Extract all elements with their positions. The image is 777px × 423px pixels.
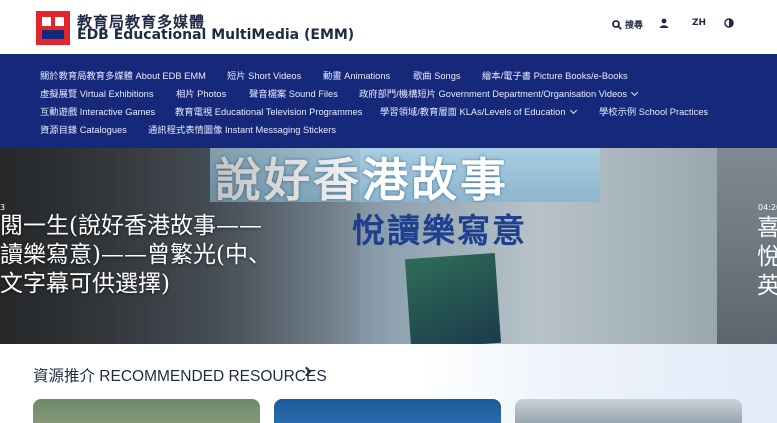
next-slide-duration: 04:20 [758, 203, 777, 212]
next-slide-title[interactable]: 喜 悅 英 [757, 214, 777, 301]
resource-card[interactable] [33, 399, 260, 423]
chevron-down-icon [630, 88, 639, 97]
nav-virtual-exhibitions[interactable]: 虛擬展覽 Virtual Exhibitions [40, 86, 154, 100]
nav-songs[interactable]: 歌曲 Songs [413, 68, 461, 82]
hero-title-line: 閱一生(說好香港故事—— [0, 213, 262, 239]
hero-banner-subtitle: 悅讀樂寫意 [352, 211, 527, 250]
search-button[interactable]: 搜尋 [612, 18, 643, 31]
nav-etv[interactable]: 教育電視 Educational Television Programmes [175, 104, 362, 118]
hero-slide-title[interactable]: 閱一生(說好香港故事—— 讀樂寫意)——曾繁光(中、 文字幕可供選擇) [0, 212, 271, 299]
recommended-section: 資源推介 RECOMMENDED RESOURCES [0, 344, 777, 423]
nav-animations[interactable]: 動畫 Animations [323, 68, 390, 82]
edb-logo[interactable] [36, 11, 70, 45]
nav-about[interactable]: 關於教育局教育多媒體 About EDB EMM [40, 68, 206, 82]
next-title-line: 喜 [757, 215, 777, 241]
nav-government-videos[interactable]: 政府部門/機構短片 Government Department/Organisa… [359, 86, 639, 100]
nav-government-videos-label: 政府部門/機構短片 Government Department/Organisa… [359, 89, 627, 99]
nav-klas-label: 學習領域/教育層面 KLAs/Levels of Education [380, 107, 566, 117]
search-label: 搜尋 [625, 21, 644, 31]
hero-book-image [404, 252, 502, 344]
next-title-line: 英 [757, 273, 777, 299]
nav-school-practices[interactable]: 學校示例 School Practices [599, 104, 708, 118]
hero-carousel[interactable]: 說好香港故事 悅讀樂寫意 3 閱一生(說好香港故事—— 讀樂寫意)——曾繁光(中… [0, 148, 777, 344]
recommended-title[interactable]: 資源推介 RECOMMENDED RESOURCES [33, 364, 327, 386]
site-header: 教育局教育多媒體 EDB Educational MultiMedia (EMM… [0, 0, 777, 54]
language-label: ZH [692, 18, 707, 28]
nav-klas[interactable]: 學習領域/教育層面 KLAs/Levels of Education [380, 104, 577, 118]
hero-title-line: 文字幕可供選擇) [0, 271, 170, 297]
nav-picture-books[interactable]: 繪本/電子書 Picture Books/e-Books [482, 68, 628, 82]
main-navigation: 關於教育局教育多媒體 About EDB EMM 短片 Short Videos… [0, 54, 777, 148]
user-button[interactable] [659, 18, 669, 28]
nav-sound-files[interactable]: 聲音檔案 Sound Files [249, 86, 338, 100]
chevron-down-icon [569, 106, 577, 115]
hero-duration: 3 [0, 203, 6, 212]
user-icon [659, 18, 669, 28]
language-toggle[interactable]: ZH [692, 18, 706, 28]
nav-photos[interactable]: 相片 Photos [176, 86, 226, 100]
resource-card[interactable] [515, 399, 742, 423]
page: 教育局教育多媒體 EDB Educational MultiMedia (EMM… [0, 0, 777, 423]
resource-card[interactable] [274, 399, 501, 423]
contrast-icon [724, 18, 734, 28]
search-icon [612, 19, 622, 30]
hero-title-line: 讀樂寫意)——曾繁光(中、 [0, 242, 271, 268]
nav-catalogues[interactable]: 資源目錄 Catalogues [40, 122, 127, 136]
brand-title-en[interactable]: EDB Educational MultiMedia (EMM) [77, 27, 354, 43]
contrast-toggle[interactable] [724, 18, 734, 28]
nav-stickers[interactable]: 通訊程式表情圖像 Instant Messaging Stickers [148, 122, 336, 136]
next-title-line: 悅 [757, 244, 777, 270]
nav-short-videos[interactable]: 短片 Short Videos [227, 68, 301, 82]
nav-interactive-games[interactable]: 互動遊戲 Interactive Games [40, 104, 155, 118]
